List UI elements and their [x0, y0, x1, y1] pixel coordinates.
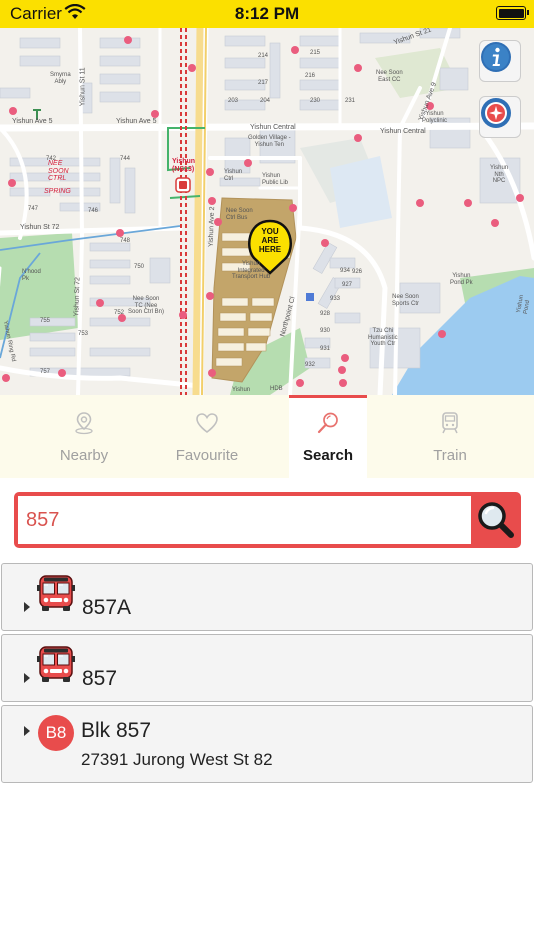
result-row-bus[interactable]: 857A — [1, 563, 533, 631]
map-label: 750 — [134, 264, 145, 270]
map-label: 216 — [305, 73, 316, 79]
map-label: 215 — [310, 50, 321, 56]
locate-button[interactable] — [479, 96, 521, 138]
tab-bar: Nearby Favourite Search Train — [0, 395, 534, 478]
clock: 8:12 PM — [234, 4, 300, 23]
map-label: 214 — [258, 53, 269, 59]
map-label: Yishun Ave 2 — [207, 206, 217, 248]
disclosure-caret-icon — [24, 602, 30, 612]
map-label: Yishun Public Lib — [262, 173, 289, 186]
map-label: 747 — [28, 206, 39, 212]
tab-search[interactable]: Search — [289, 395, 367, 478]
train-icon — [442, 412, 458, 434]
result-row-stop[interactable]: B8 Blk 857 27391 Jurong West St 82 — [1, 705, 533, 783]
info-button[interactable] — [479, 40, 521, 82]
map-label: Nee Soon TC (Nee Soon Ctrl Bn) — [128, 296, 165, 316]
map-label: 934 — [340, 268, 351, 274]
map-label: NEE SOON CTRL — [48, 160, 69, 183]
compass-icon — [481, 98, 511, 128]
map-label: 755 — [40, 318, 51, 324]
map-label: 746 — [88, 208, 99, 214]
map-label: Yishun St 72 — [73, 277, 82, 317]
pin-text-line: HERE — [258, 245, 282, 254]
search-icon — [317, 412, 338, 434]
disclosure-caret-icon — [24, 726, 30, 736]
map-label: SPRING — [44, 188, 71, 195]
map-label: Nee Soon Ctrl Bus — [226, 208, 253, 221]
map-label: 757 — [40, 369, 51, 375]
map-label: Yishun Ave 5 — [12, 118, 53, 125]
map-label: 930 — [320, 328, 331, 334]
map-label: 753 — [78, 331, 89, 337]
tab-favourite[interactable]: Favourite — [168, 395, 246, 478]
tab-label: Favourite — [175, 447, 239, 464]
map-label: 204 — [260, 98, 271, 104]
map-label: HDB — [270, 386, 283, 392]
search-input[interactable] — [18, 496, 471, 544]
battery-icon — [496, 6, 529, 20]
map-label: N'hood Pk — [22, 269, 41, 282]
map-label: Yishun Ctrl — [224, 169, 243, 182]
map-label: 932 — [305, 362, 316, 368]
tab-nearby[interactable]: Nearby — [0, 395, 168, 478]
map-label: Smyrna Ably — [50, 72, 71, 85]
route-number: 857A — [82, 596, 132, 619]
map-label: Yishun Integrated Transport Hub — [232, 261, 271, 281]
map-label: 742 — [46, 156, 57, 162]
map-label: 928 — [320, 311, 331, 317]
tab-label: Train — [433, 447, 467, 464]
map-label: 744 — [120, 156, 131, 162]
map-label: Golden Village - Yishun Ten — [248, 135, 291, 148]
map-label: Yishun Central — [380, 128, 426, 135]
map-label: 752 — [114, 310, 125, 316]
tab-label: Nearby — [59, 447, 109, 464]
map-label: Yishun Pond Pk — [450, 273, 473, 286]
magnifier-icon — [478, 502, 514, 538]
stop-address: 27391 Jurong West St 82 — [81, 750, 273, 769]
map-label: Tzu Chi Humanistic Youth Ctr — [368, 328, 398, 348]
stop-badge: B8 — [38, 715, 74, 751]
map-label: Yishun Ave 5 — [116, 118, 157, 125]
map-label: 927 — [342, 282, 353, 288]
heart-icon — [196, 413, 218, 433]
search-bar — [14, 492, 521, 548]
route-number: 857 — [82, 667, 118, 690]
tab-label: Search — [302, 447, 354, 464]
map-label: 203 — [228, 98, 239, 104]
you-are-here-pin[interactable]: YOU ARE HERE — [254, 227, 286, 254]
map-label: Nee Soon East CC — [376, 70, 403, 83]
map-label: Yishun Polyclinic — [422, 111, 448, 124]
map-label: 748 — [120, 238, 131, 244]
map-label: 926 — [352, 269, 363, 275]
map-label: 231 — [345, 98, 356, 104]
stop-name: Blk 857 — [81, 719, 152, 742]
bus-icon — [37, 646, 75, 682]
bus-icon — [37, 575, 75, 611]
map-label: Yishun Central — [250, 124, 296, 131]
search-button[interactable] — [473, 496, 519, 544]
result-row-bus[interactable]: 857 — [1, 634, 533, 702]
location-pin-icon — [75, 412, 93, 435]
map-label: Nee Soon Sports Ctr — [392, 294, 420, 307]
map-label: 931 — [320, 346, 331, 352]
tab-train[interactable]: Train — [405, 395, 495, 478]
pin-text-line: ARE — [261, 236, 279, 245]
map-label: 933 — [330, 296, 341, 302]
status-bar: Carrier 8:12 PM — [0, 0, 534, 28]
map-label: Yishun St 11 — [79, 67, 87, 107]
map-label: Yishun St 72 — [20, 224, 60, 231]
map-label: Yishun (NS13) — [172, 158, 196, 173]
info-icon — [481, 42, 511, 72]
map-label: Yishun Nth NPC — [490, 165, 509, 185]
disclosure-caret-icon — [24, 673, 30, 683]
pin-text-line: YOU — [261, 227, 279, 236]
map-label: 217 — [258, 80, 269, 86]
map-label: Yishun — [232, 387, 251, 393]
map-label: 230 — [310, 98, 321, 104]
map-view[interactable]: YOU ARE HERE NEE SOON CTRL SPRING Yishun… — [0, 28, 534, 395]
